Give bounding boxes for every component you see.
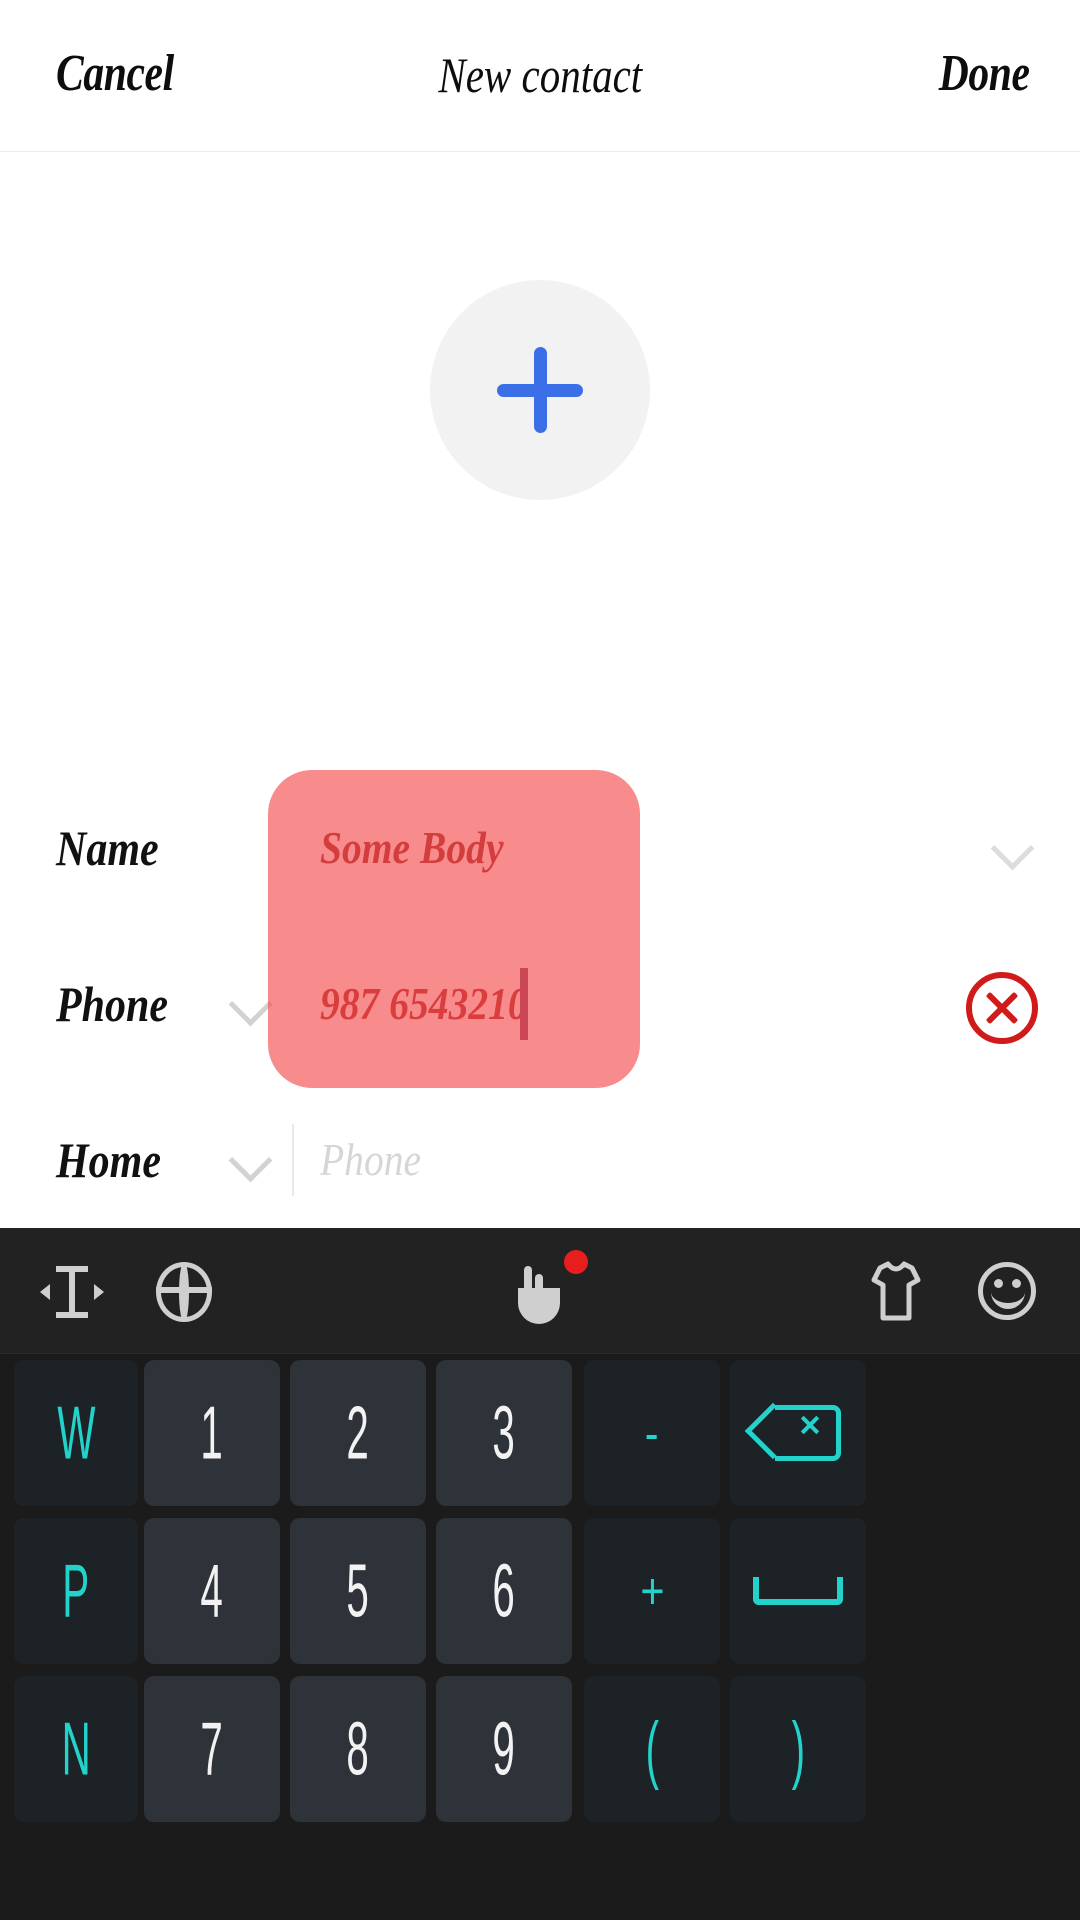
key-9[interactable]: 9 <box>436 1676 572 1822</box>
chevron-down-icon[interactable] <box>990 827 1032 869</box>
keyboard-toolbar <box>0 1228 1080 1354</box>
on-screen-keyboard: W 1 2 3 - P 4 5 6 + N 7 8 9 () <box>0 1228 1080 1920</box>
notification-badge <box>564 1250 588 1274</box>
hand-gesture-icon[interactable] <box>506 1258 574 1326</box>
key-([interactable]: ( <box>584 1676 720 1822</box>
key-7[interactable]: 7 <box>144 1676 280 1822</box>
done-button[interactable]: Done <box>939 44 1030 104</box>
key--[interactable]: - <box>584 1360 720 1506</box>
key-8[interactable]: 8 <box>290 1676 426 1822</box>
name-label: Name <box>56 820 159 876</box>
key-N[interactable]: N <box>14 1676 138 1822</box>
form-row-home: Home Phone <box>0 1082 1080 1238</box>
keyboard-keys: W 1 2 3 - P 4 5 6 + N 7 8 9 () <box>0 1354 1080 1828</box>
key-label: W <box>56 1389 96 1475</box>
text-caret <box>520 968 528 1040</box>
key-label: 2 <box>346 1389 370 1475</box>
home-label: Home <box>56 1132 161 1188</box>
keyboard-row: N 7 8 9 () <box>0 1670 1080 1828</box>
key-label: 6 <box>492 1547 516 1633</box>
key-)[interactable]: ) <box>730 1676 866 1822</box>
phone-input[interactable]: 987 6543210 <box>320 978 528 1030</box>
home-phone-input[interactable]: Phone <box>320 1134 421 1186</box>
chevron-down-icon[interactable] <box>228 1139 270 1181</box>
name-input[interactable]: Some Body <box>320 822 504 874</box>
key-label: 7 <box>200 1705 224 1791</box>
form-row-name: Name Some Body <box>0 770 1080 926</box>
key-W[interactable]: W <box>14 1360 138 1506</box>
key-label: 4 <box>200 1547 224 1633</box>
key-P[interactable]: P <box>14 1518 138 1664</box>
key-label: 3 <box>492 1389 516 1475</box>
key-label: 1 <box>200 1389 224 1475</box>
tshirt-theme-icon[interactable] <box>862 1258 930 1326</box>
clear-phone-button[interactable] <box>966 972 1038 1044</box>
key-backspace[interactable] <box>730 1360 866 1506</box>
plus-icon-vertical <box>533 347 547 433</box>
avatar-section <box>0 280 1080 500</box>
key-6[interactable]: 6 <box>436 1518 572 1664</box>
chevron-down-icon[interactable] <box>228 983 270 1025</box>
key-2[interactable]: 2 <box>290 1360 426 1506</box>
key-1[interactable]: 1 <box>144 1360 280 1506</box>
key-label: - <box>645 1404 659 1462</box>
key-label: 9 <box>492 1705 516 1791</box>
key-label: + <box>639 1562 665 1620</box>
key-label: ) <box>791 1705 805 1791</box>
key-4[interactable]: 4 <box>144 1518 280 1664</box>
page-title-text: New contact <box>438 47 642 103</box>
space-icon <box>753 1577 843 1605</box>
field-divider <box>292 1124 294 1196</box>
add-photo-button[interactable] <box>430 280 650 500</box>
phone-label: Phone <box>56 976 169 1032</box>
key-label: ( <box>645 1705 659 1791</box>
keyboard-row: P 4 5 6 + <box>0 1512 1080 1670</box>
key-label: 5 <box>346 1547 370 1633</box>
key-+[interactable]: + <box>584 1518 720 1664</box>
key-label: P <box>62 1547 90 1633</box>
contact-form: Name Some Body Phone 987 6543210 Home Ph… <box>0 770 1080 1238</box>
cursor-move-icon[interactable] <box>38 1258 106 1326</box>
key-label: N <box>61 1705 91 1791</box>
form-row-phone: Phone 987 6543210 <box>0 926 1080 1082</box>
emoji-icon[interactable] <box>974 1258 1042 1326</box>
key-label: 8 <box>346 1705 370 1791</box>
keyboard-row: W 1 2 3 - <box>0 1354 1080 1512</box>
key-3[interactable]: 3 <box>436 1360 572 1506</box>
key-5[interactable]: 5 <box>290 1518 426 1664</box>
backspace-icon <box>744 1402 841 1461</box>
key-space[interactable] <box>730 1518 866 1664</box>
globe-icon[interactable] <box>150 1258 218 1326</box>
app-header: Cancel New contact Done <box>0 0 1080 152</box>
page-title: New contact <box>0 46 1080 104</box>
